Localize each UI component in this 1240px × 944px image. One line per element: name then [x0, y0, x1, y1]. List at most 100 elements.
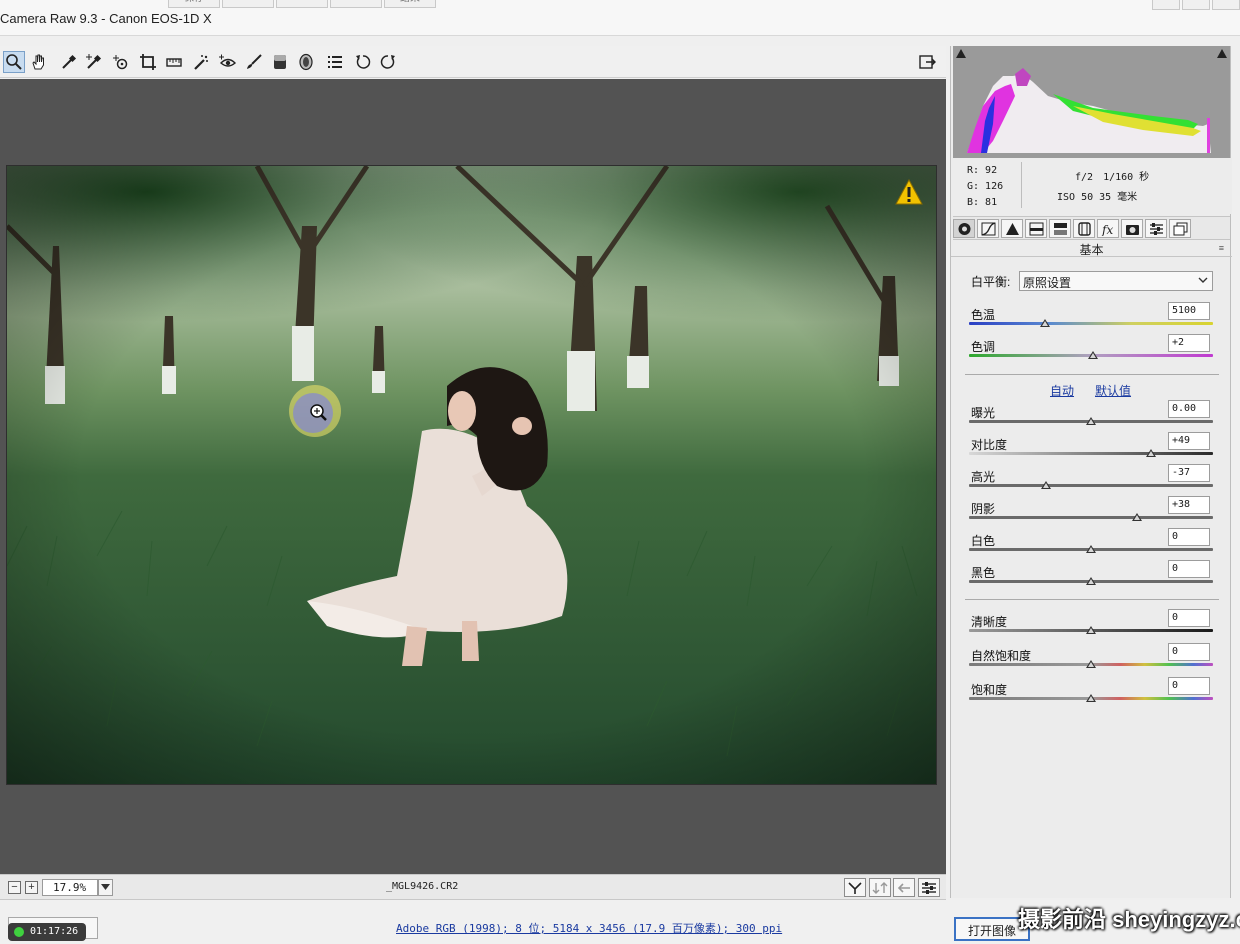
tab-basic[interactable]	[953, 219, 975, 238]
clarity-slider-thumb[interactable]	[1086, 626, 1096, 634]
copy-settings-button[interactable]	[893, 878, 915, 897]
zoom-in-button[interactable]: +	[25, 881, 38, 894]
window-minimize-button[interactable]	[1152, 0, 1180, 10]
tab-camera-calibration[interactable]	[1121, 219, 1143, 238]
image-canvas[interactable]	[0, 79, 946, 874]
warning-icon[interactable]	[895, 179, 923, 205]
tab-lens-corrections[interactable]	[1073, 219, 1095, 238]
view-settings-button[interactable]	[918, 878, 940, 897]
targeted-adjustment-tool-button[interactable]	[109, 51, 131, 73]
zoom-tool-button[interactable]	[3, 51, 25, 73]
shadows-value-field[interactable]: +38	[1168, 496, 1210, 514]
window-maximize-button[interactable]	[1182, 0, 1210, 10]
tab-tone-curve[interactable]	[977, 219, 999, 238]
top-button-2[interactable]	[222, 0, 274, 8]
clarity-value-field[interactable]: 0	[1168, 609, 1210, 627]
contrast-slider-thumb[interactable]	[1145, 449, 1156, 457]
hand-tool-button[interactable]	[28, 51, 50, 73]
section-divider	[965, 374, 1219, 375]
workflow-options-link[interactable]: Adobe RGB (1998); 8 位; 5184 x 3456 (17.9…	[396, 920, 782, 936]
fullscreen-button[interactable]	[916, 51, 938, 73]
tab-snapshots[interactable]	[1169, 219, 1191, 238]
rotate-left-button[interactable]	[352, 51, 374, 73]
file-name: _MGL9426.CR2	[386, 881, 459, 892]
panel-menu-icon[interactable]: ≡	[1219, 243, 1224, 253]
white-balance-tool-button[interactable]	[58, 51, 80, 73]
pixel-readout: R: 92 G: 126 B: 81 f/2 1/160 秒 ISO 50 35 毫…	[951, 158, 1232, 214]
graduated-filter-icon	[274, 55, 286, 69]
white-balance-value: 原照设置	[1023, 276, 1072, 290]
saturation-slider-thumb[interactable]	[1086, 694, 1096, 702]
readout-divider	[1021, 162, 1022, 208]
shadows-slider-thumb[interactable]	[1132, 513, 1143, 521]
tab-presets[interactable]	[1145, 219, 1167, 238]
top-save-button[interactable]: 保存	[168, 0, 220, 8]
graduated-filter-tool-button[interactable]	[269, 51, 291, 73]
blacks-label: 黑色	[971, 566, 996, 580]
window-controls	[1150, 0, 1240, 10]
window-close-button[interactable]	[1212, 0, 1240, 10]
title-bar: Camera Raw 9.3 - Canon EOS-1D X 保存 结束	[0, 0, 1240, 36]
adjustment-brush-tool-button[interactable]	[243, 51, 265, 73]
aperture-icon	[958, 222, 970, 235]
exposure-value-field[interactable]: 0.00	[1168, 400, 1210, 418]
exif-iso: ISO 50	[1057, 192, 1094, 203]
zoom-out-button[interactable]: −	[8, 881, 21, 894]
exposure-slider-thumb[interactable]	[1086, 417, 1096, 425]
view-toggle-button[interactable]	[844, 878, 866, 897]
readout-r: R: 92	[967, 165, 998, 176]
whites-value-field[interactable]: 0	[1168, 528, 1210, 546]
shadows-slider-track[interactable]	[969, 516, 1213, 519]
top-finish-button[interactable]: 结束	[384, 0, 436, 8]
white-balance-select[interactable]: 原照设置	[1019, 271, 1213, 291]
temp-value-field[interactable]: 5100	[1168, 302, 1210, 320]
adjustment-panel: R: 92 G: 126 B: 81 f/2 1/160 秒 ISO 50 35 毫…	[950, 46, 1232, 898]
red-eye-tool-button[interactable]	[216, 51, 238, 73]
spot-removal-tool-button[interactable]	[190, 51, 212, 73]
rotate-right-button[interactable]	[377, 51, 399, 73]
temp-slider-track[interactable]	[969, 322, 1213, 325]
color-sampler-tool-button[interactable]	[82, 51, 104, 73]
zoom-level-field[interactable]: 17.9%	[42, 879, 98, 896]
sliders-icon	[922, 881, 936, 894]
swap-settings-button[interactable]	[869, 878, 891, 897]
record-dot-icon	[14, 927, 24, 937]
tab-hsl[interactable]	[1025, 219, 1047, 238]
highlights-slider-thumb[interactable]	[1040, 481, 1051, 489]
exif-focal: 35 毫米	[1099, 192, 1138, 203]
watermark: 摄影前沿 sheyingzyz.com	[1018, 907, 1240, 932]
vibrance-slider-thumb[interactable]	[1086, 660, 1096, 668]
lens-icon	[1077, 221, 1091, 236]
temp-slider-thumb[interactable]	[1039, 319, 1050, 327]
blacks-slider-thumb[interactable]	[1086, 577, 1096, 585]
top-button-4[interactable]	[330, 0, 382, 8]
clarity-label: 清晰度	[971, 615, 1008, 629]
radial-filter-tool-button[interactable]	[295, 51, 317, 73]
zoom-dropdown[interactable]	[98, 879, 113, 896]
contrast-slider-track[interactable]	[969, 452, 1213, 455]
rotate-left-icon	[356, 55, 371, 69]
crop-tool-button[interactable]	[137, 51, 159, 73]
target-adjust-icon	[113, 55, 128, 70]
preferences-button[interactable]	[324, 51, 346, 73]
chevron-down-icon	[101, 884, 110, 890]
whites-label: 白色	[971, 534, 996, 548]
tab-effects[interactable]: fx	[1097, 219, 1119, 238]
photo-preview[interactable]	[6, 165, 937, 785]
saturation-value-field[interactable]: 0	[1168, 677, 1210, 695]
contrast-value-field[interactable]: +49	[1168, 432, 1210, 450]
highlights-value-field[interactable]: -37	[1168, 464, 1210, 482]
top-button-3[interactable]	[276, 0, 328, 8]
blacks-value-field[interactable]: 0	[1168, 560, 1210, 578]
tint-slider-thumb[interactable]	[1088, 351, 1099, 359]
vibrance-value-field[interactable]: 0	[1168, 643, 1210, 661]
straighten-tool-button[interactable]	[163, 51, 185, 73]
tab-detail[interactable]	[1001, 219, 1023, 238]
highlights-slider-track[interactable]	[969, 484, 1213, 487]
default-link[interactable]: 默认值	[1095, 382, 1131, 399]
auto-link[interactable]: 自动	[1050, 382, 1074, 399]
whites-slider-thumb[interactable]	[1086, 545, 1096, 553]
exposure-label: 曝光	[971, 406, 996, 420]
tint-value-field[interactable]: +2	[1168, 334, 1210, 352]
tab-split-toning[interactable]	[1049, 219, 1071, 238]
